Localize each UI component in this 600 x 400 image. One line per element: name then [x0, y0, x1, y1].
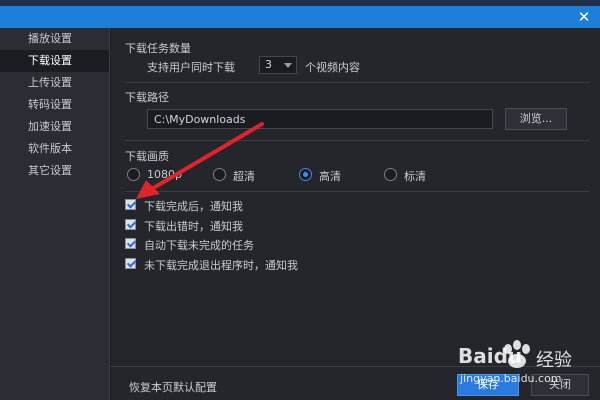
radio-circle	[213, 168, 226, 181]
radio-circle	[299, 168, 312, 181]
download-path-input[interactable]	[147, 109, 493, 129]
checkbox-icon	[125, 199, 136, 210]
task-count-suffix: 个视频内容	[305, 61, 360, 74]
checkbox-label: 下载出错时，通知我	[144, 220, 243, 233]
sidebar-item-playback[interactable]: 播放设置	[0, 28, 109, 50]
close-button[interactable]: 关闭	[531, 374, 589, 396]
radio-circle	[127, 168, 140, 181]
quality-label: 1080p	[147, 168, 182, 181]
task-count-select[interactable]: 3	[259, 56, 297, 74]
sidebar-item-transcode[interactable]: 转码设置	[0, 94, 109, 116]
task-count-title: 下载任务数量	[125, 42, 191, 55]
checkbox-label: 未下载完成退出程序时，通知我	[144, 259, 298, 272]
close-icon[interactable]: ✕	[576, 9, 592, 25]
checkbox-icon	[125, 219, 136, 230]
quality-label: 标清	[404, 170, 426, 183]
sidebar-item-other[interactable]: 其它设置	[0, 160, 109, 182]
checkbox-icon	[125, 238, 136, 249]
sidebar-item-acceleration[interactable]: 加速设置	[0, 116, 109, 138]
quality-label: 超清	[233, 170, 255, 183]
sidebar-item-upload[interactable]: 上传设置	[0, 72, 109, 94]
download-path-title: 下载路径	[125, 91, 169, 104]
dialog-footer: 恢复本页默认配置 保存 关闭	[111, 366, 600, 400]
quality-title: 下载画质	[125, 150, 169, 163]
section-divider	[125, 191, 589, 192]
settings-content: 下载任务数量 支持用户同时下载 3 个视频内容 下载路径 浏览... 下载画质 …	[111, 28, 600, 400]
section-divider	[125, 82, 589, 83]
radio-circle	[384, 168, 397, 181]
chevron-down-icon	[284, 63, 292, 68]
quality-label: 高清	[319, 170, 341, 183]
sidebar-item-version[interactable]: 软件版本	[0, 138, 109, 160]
section-divider	[125, 140, 589, 141]
task-count-value: 3	[265, 58, 272, 71]
task-count-prefix: 支持用户同时下载	[147, 61, 235, 74]
save-button[interactable]: 保存	[457, 374, 519, 396]
checkbox-icon	[125, 258, 136, 269]
sidebar-item-download[interactable]: 下载设置	[0, 50, 109, 72]
browse-button[interactable]: 浏览...	[505, 108, 567, 130]
checkbox-label: 下载完成后，通知我	[144, 200, 243, 213]
dialog-titlebar: ✕	[0, 6, 600, 28]
restore-defaults-link[interactable]: 恢复本页默认配置	[129, 379, 217, 395]
settings-sidebar: 播放设置 下载设置 上传设置 转码设置 加速设置 软件版本 其它设置	[0, 28, 110, 400]
checkbox-label: 自动下载未完成的任务	[144, 239, 254, 252]
